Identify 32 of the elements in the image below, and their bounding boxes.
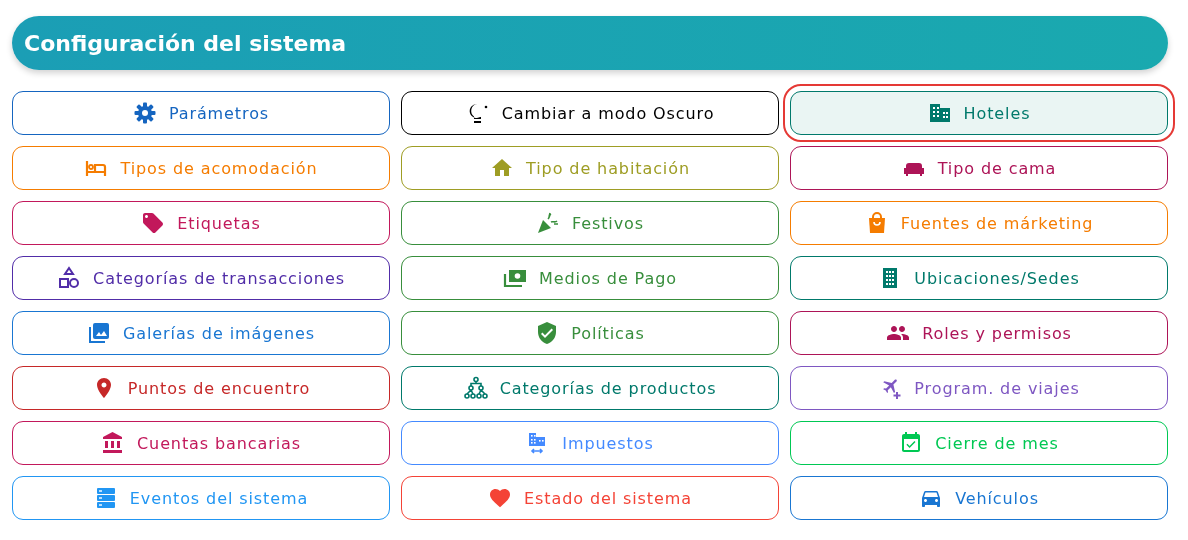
building-icon [927,101,952,125]
settings-button[interactable]: Etiquetas [12,201,390,245]
heart-icon [488,486,513,510]
party-popper-icon [536,211,560,235]
gear-icon [132,101,157,125]
settings-button[interactable]: Impuestos [401,421,779,465]
settings-button[interactable]: Parámetros [12,91,390,135]
hierarchy-icon [463,376,488,400]
settings-button[interactable]: Eventos del sistema [12,476,390,520]
settings-button[interactable]: Medios de Pago [401,256,779,300]
settings-button[interactable]: Puntos de encuentro [12,366,390,410]
tag-icon [141,211,166,235]
settings-button[interactable]: Galerías de imágenes [12,311,390,355]
settings-button[interactable]: Vehículos [790,476,1168,520]
settings-button[interactable]: Festivos [401,201,779,245]
shapes-icon [57,266,82,290]
settings-button[interactable]: Categorías de productos [401,366,779,410]
settings-button[interactable]: Roles y permisos [790,311,1168,355]
settings-button[interactable]: Categorías de transacciones [12,256,390,300]
settings-button[interactable]: Tipos de acomodación [12,146,390,190]
settings-button[interactable]: Program. de viajes [790,366,1168,410]
settings-button[interactable]: Políticas [401,311,779,355]
settings-button[interactable]: Ubicaciones/Sedes [790,256,1168,300]
settings-button[interactable]: Tipo de cama [790,146,1168,190]
settings-button[interactable]: Cuentas bancarias [12,421,390,465]
bank-icon [101,431,125,455]
page-title: Configuración del sistema [24,30,347,56]
settings-button[interactable]: Tipo de habitación [401,146,779,190]
settings-button[interactable]: Fuentes de márketing [790,201,1168,245]
settings-button[interactable]: Estado del sistema [401,476,779,520]
image-gallery-icon [87,321,111,345]
settings-button[interactable]: Cambiar a modo Oscuro [401,91,779,135]
